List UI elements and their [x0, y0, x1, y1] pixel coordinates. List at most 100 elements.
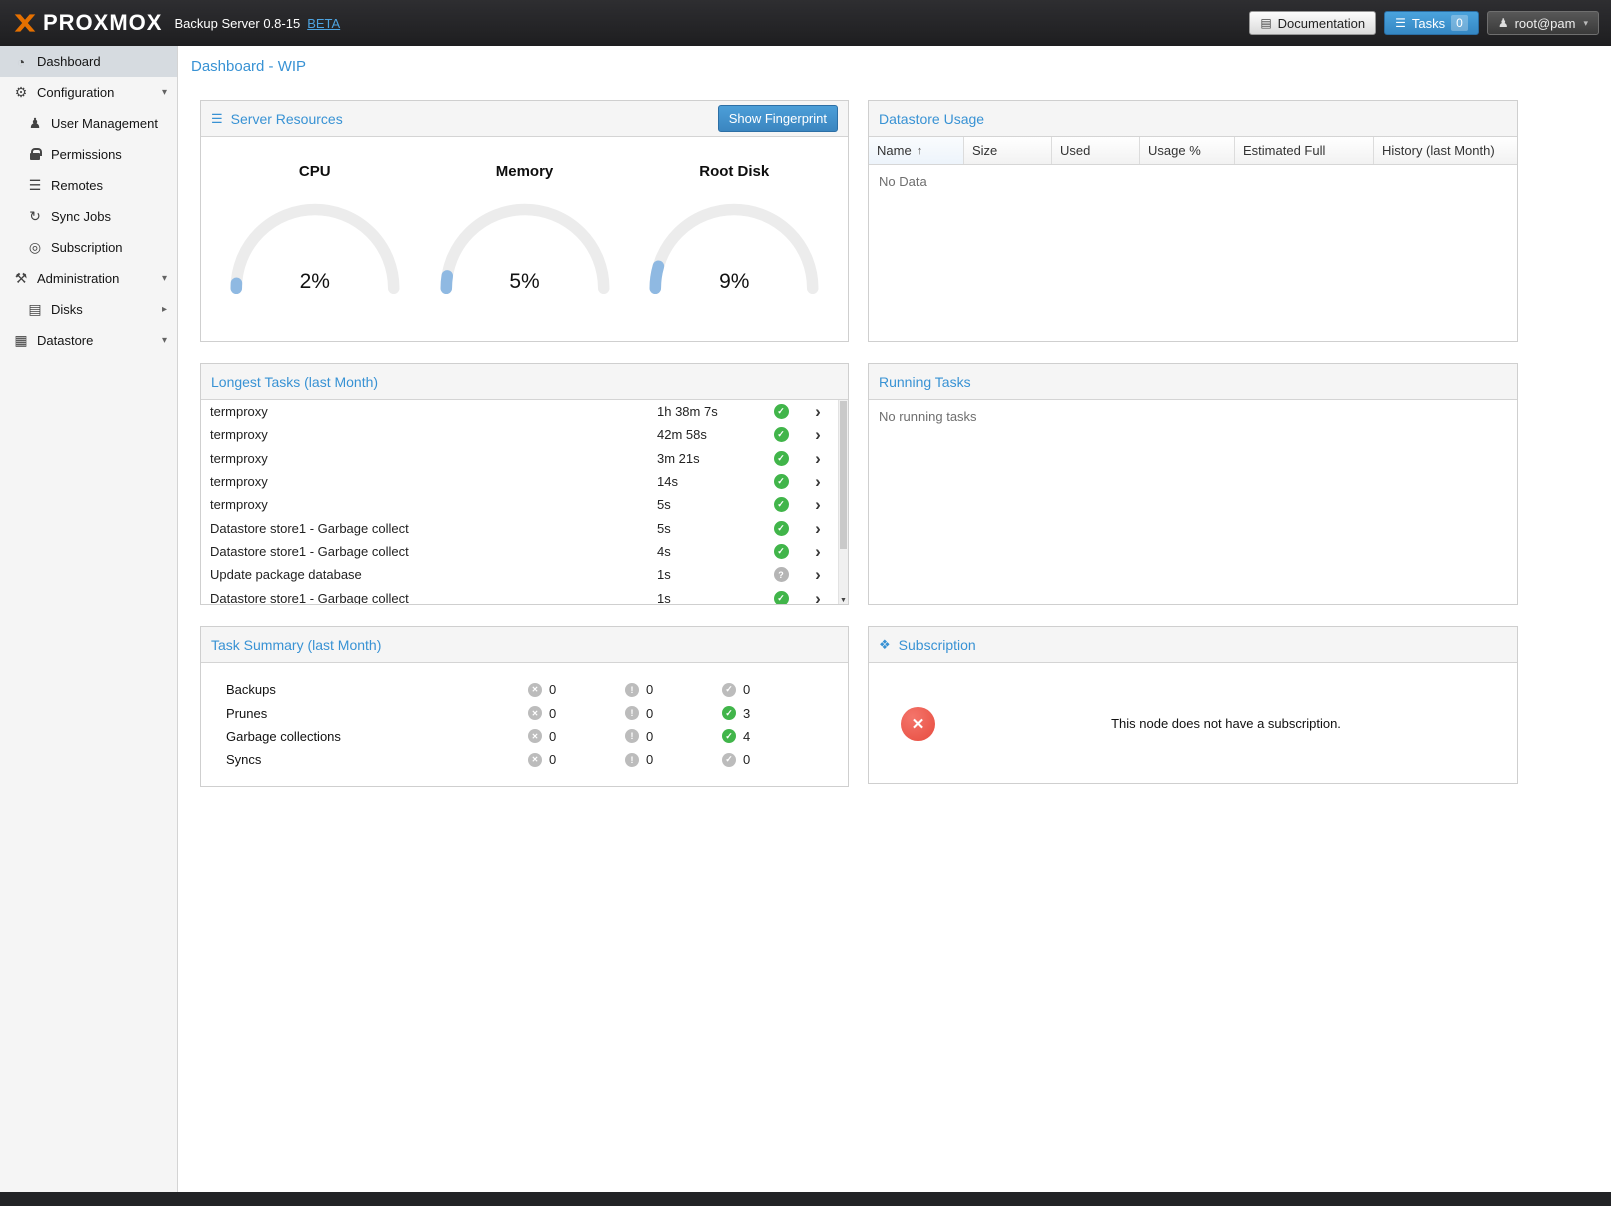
warning-icon	[625, 753, 639, 767]
error-icon	[528, 729, 542, 743]
wrench-icon: ⚒	[12, 270, 30, 287]
summary-row-prunes[interactable]: Prunes 0 0 3	[201, 701, 848, 724]
chevron-right-icon[interactable]: ›	[800, 590, 836, 605]
ok-icon	[722, 729, 736, 743]
chevron-right-icon[interactable]: ›	[800, 473, 836, 490]
task-row[interactable]: Update package database 1s ›	[201, 563, 848, 586]
sidebar-item-administration[interactable]: ⚒ Administration ▾	[0, 263, 177, 294]
scrollbar[interactable]: ▼	[838, 400, 848, 605]
column-header-usage-percent[interactable]: Usage %	[1140, 137, 1235, 164]
chevron-right-icon[interactable]: ›	[800, 566, 836, 583]
task-status-icon	[774, 427, 789, 442]
column-header-estimated-full[interactable]: Estimated Full	[1235, 137, 1374, 164]
page-title: Dashboard - WIP	[179, 46, 1611, 86]
root-disk-percent: 9%	[638, 270, 830, 294]
longest-tasks-list: termproxy 1h 38m 7s › termproxy 42m 58s …	[201, 400, 848, 605]
brand-text: PROXMOX	[43, 10, 162, 36]
sort-asc-icon: ↑	[917, 145, 923, 157]
task-status-icon	[774, 567, 789, 582]
task-row[interactable]: termproxy 1h 38m 7s ›	[201, 400, 848, 423]
product-version: Backup Server 0.8-15	[174, 16, 300, 31]
no-running-tasks-text: No running tasks	[869, 400, 1517, 433]
task-summary-header: Task Summary (last Month)	[201, 627, 848, 663]
task-list-icon: ☰	[1395, 16, 1406, 30]
error-icon	[528, 753, 542, 767]
task-summary-panel: Task Summary (last Month) Backups 0 0 0 …	[200, 626, 849, 787]
user-menu-button[interactable]: ♟ root@pam ▾	[1487, 11, 1599, 35]
chevron-right-icon[interactable]: ›	[800, 426, 836, 443]
column-header-name[interactable]: Name ↑	[869, 137, 964, 164]
summary-row-backups[interactable]: Backups 0 0 0	[201, 678, 848, 701]
task-summary-body: Backups 0 0 0 Prunes 0 0 3 Garbage colle…	[201, 663, 848, 772]
beta-link[interactable]: BETA	[307, 16, 340, 31]
gears-icon: ⚙	[12, 84, 30, 101]
chevron-right-icon[interactable]: ›	[800, 450, 836, 467]
task-row[interactable]: Datastore store1 - Garbage collect 4s ›	[201, 540, 848, 563]
server-icon: ☰	[211, 111, 223, 127]
subscription-message: This node does not have a subscription.	[935, 716, 1517, 731]
chevron-down-icon: ▾	[1583, 18, 1588, 29]
summary-row-garbage-collections[interactable]: Garbage collections 0 0 4	[201, 725, 848, 748]
sidebar-item-subscription[interactable]: ◎ Subscription	[0, 232, 177, 263]
sidebar-item-datastore[interactable]: ▦ Datastore ▾	[0, 325, 177, 356]
disk-icon: ▤	[26, 301, 44, 318]
sidebar-item-permissions[interactable]: Permissions	[0, 139, 177, 170]
warning-icon	[625, 683, 639, 697]
sidebar-item-disks[interactable]: ▤ Disks ▸	[0, 294, 177, 325]
task-status-icon	[774, 544, 789, 559]
scrollbar-thumb[interactable]	[840, 401, 847, 549]
chevron-right-icon[interactable]: ›	[800, 403, 836, 420]
chevron-down-icon: ▾	[162, 273, 167, 284]
subscription-icon: ❖	[879, 637, 891, 653]
sidebar-item-user-management[interactable]: ♟ User Management	[0, 108, 177, 139]
task-status-icon	[774, 591, 789, 605]
column-header-size[interactable]: Size	[964, 137, 1052, 164]
task-status-icon	[774, 451, 789, 466]
task-row[interactable]: Datastore store1 - Garbage collect 5s ›	[201, 516, 848, 539]
column-header-history[interactable]: History (last Month)	[1374, 137, 1517, 164]
cpu-percent: 2%	[219, 270, 411, 294]
top-bar: PROXMOX Backup Server 0.8-15 BETA ▤ Docu…	[0, 0, 1611, 46]
warning-icon	[625, 729, 639, 743]
memory-gauge: Memory 5%	[429, 163, 621, 296]
sidebar-item-dashboard[interactable]: ◔ Dashboard	[0, 46, 177, 77]
chevron-right-icon[interactable]: ›	[800, 496, 836, 513]
task-row[interactable]: termproxy 5s ›	[201, 493, 848, 516]
task-status-icon	[774, 404, 789, 419]
sidebar-item-sync-jobs[interactable]: ↻ Sync Jobs	[0, 201, 177, 232]
book-icon: ▤	[1260, 16, 1271, 30]
running-tasks-header: Running Tasks	[869, 364, 1517, 400]
longest-tasks-panel: Longest Tasks (last Month) termproxy 1h …	[200, 363, 849, 605]
memory-percent: 5%	[429, 270, 621, 294]
show-fingerprint-button[interactable]: Show Fingerprint	[718, 105, 838, 132]
user-icon: ♟	[26, 115, 44, 132]
chevron-right-icon[interactable]: ›	[800, 543, 836, 560]
sidebar-item-configuration[interactable]: ⚙ Configuration ▾	[0, 77, 177, 108]
datastore-usage-column-headers: Name ↑ Size Used Usage % Estimated Full …	[869, 137, 1517, 165]
task-row[interactable]: termproxy 14s ›	[201, 470, 848, 493]
tasks-button[interactable]: ☰ Tasks 0	[1384, 11, 1479, 35]
scroll-down-icon[interactable]: ▼	[839, 596, 848, 605]
ok-icon	[722, 706, 736, 720]
task-row[interactable]: termproxy 42m 58s ›	[201, 423, 848, 446]
chevron-right-icon: ▸	[162, 304, 167, 315]
gauge-group: CPU 2% Memory 5%	[201, 137, 848, 296]
documentation-button[interactable]: ▤ Documentation	[1249, 11, 1376, 35]
main-content: Dashboard - WIP ☰ Server Resources Show …	[179, 46, 1611, 1192]
chevron-down-icon: ▾	[162, 87, 167, 98]
tasks-count-badge: 0	[1451, 15, 1468, 31]
summary-row-syncs[interactable]: Syncs 0 0 0	[201, 748, 848, 771]
chevron-right-icon[interactable]: ›	[800, 520, 836, 537]
life-ring-icon: ◎	[26, 239, 44, 256]
task-row[interactable]: termproxy 3m 21s ›	[201, 447, 848, 470]
no-data-text: No Data	[869, 165, 1517, 198]
task-row[interactable]: Datastore store1 - Garbage collect 1s ›	[201, 586, 848, 605]
task-status-icon	[774, 497, 789, 512]
error-icon	[528, 683, 542, 697]
task-status-icon	[774, 474, 789, 489]
running-tasks-panel: Running Tasks No running tasks	[868, 363, 1518, 605]
column-header-used[interactable]: Used	[1052, 137, 1140, 164]
chevron-down-icon: ▾	[162, 335, 167, 346]
sidebar-item-remotes[interactable]: ☰ Remotes	[0, 170, 177, 201]
refresh-icon: ↻	[26, 208, 44, 225]
